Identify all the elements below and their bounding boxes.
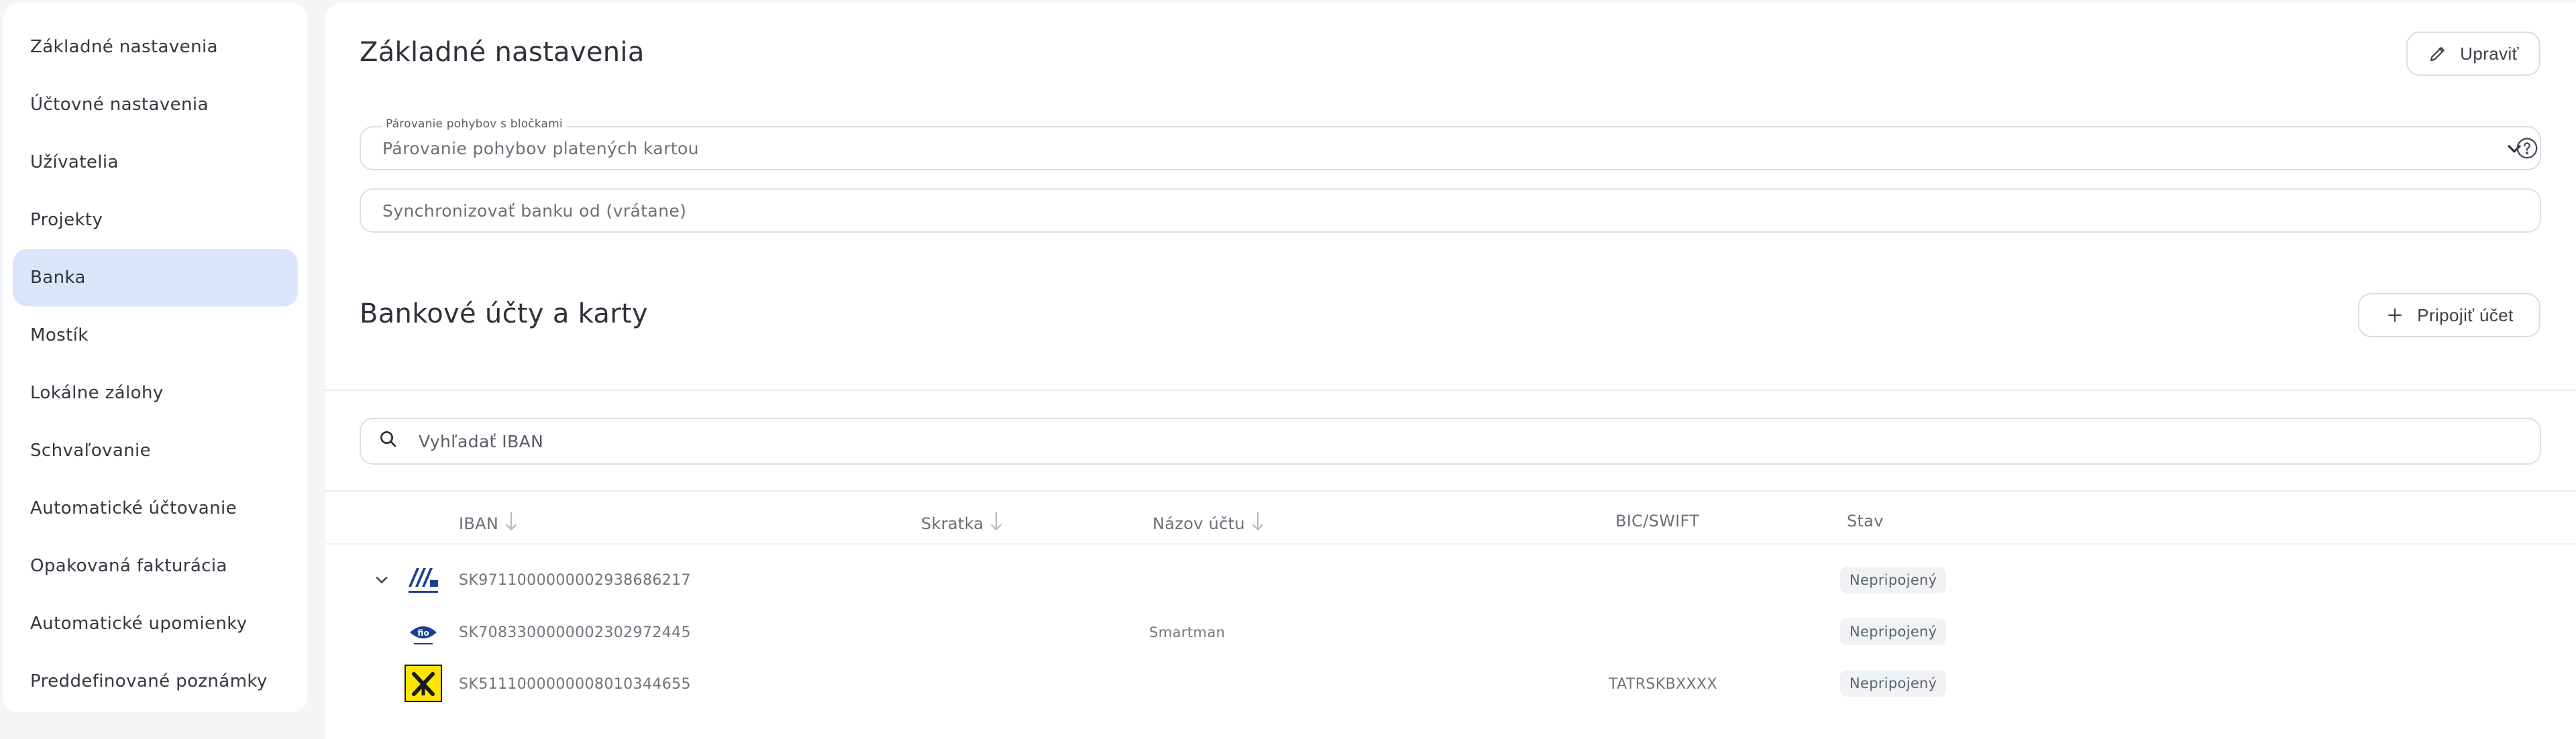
column-header-iban[interactable]: IBAN	[459, 512, 519, 536]
sidebar-item-mostik[interactable]: Mostík	[13, 306, 298, 364]
column-header-nazov-label: Názov účtu	[1152, 514, 1245, 533]
column-header-bic: BIC/SWIFT	[1615, 512, 1699, 530]
column-header-nazov[interactable]: Názov účtu	[1152, 512, 1265, 536]
column-header-skratka-label: Skratka	[921, 514, 984, 533]
status-badge: Nepripojený	[1840, 670, 1947, 697]
sidebar-item-opakovana-fakturacia[interactable]: Opakovaná fakturácia	[13, 537, 298, 595]
row-iban: SK7083300000002302972445	[459, 624, 691, 641]
sidebar-item-automaticke-uctovanie[interactable]: Automatické účtovanie	[13, 479, 298, 537]
row-bic: TATRSKBXXXX	[1609, 676, 1717, 693]
sidebar-item-automaticke-upomienky[interactable]: Automatické upomienky	[13, 595, 298, 652]
sync-from-date-input[interactable]: Synchronizovať banku od (vrátane)	[360, 188, 2541, 233]
bank-logo-blue-icon	[405, 561, 442, 599]
sort-arrow-down-icon	[989, 512, 1004, 536]
row-iban: SK9711000000002938686217	[459, 572, 691, 589]
iban-search-placeholder: Vyhľadať IBAN	[419, 431, 544, 451]
raiffeisen-logo-icon	[405, 665, 442, 702]
row-iban: SK5111000000008010344655	[459, 676, 691, 693]
row-account-name: Smartman	[1149, 624, 1226, 640]
pencil-icon	[2428, 44, 2448, 64]
pairing-select-value: Párovanie pohybov platených kartou	[382, 138, 699, 158]
settings-sidebar: Základné nastavenia Účtovné nastavenia U…	[3, 3, 307, 712]
pairing-select[interactable]: Párovanie pohybov platených kartou	[360, 126, 2541, 170]
sidebar-item-zakladne-nastavenia[interactable]: Základné nastavenia	[13, 18, 298, 76]
sort-arrow-down-icon	[504, 512, 519, 536]
connect-account-label: Pripojiť účet	[2417, 304, 2514, 325]
sidebar-item-preddefinovane-poznamky[interactable]: Preddefinované poznámky	[13, 652, 298, 710]
edit-button[interactable]: Upraviť	[2406, 32, 2540, 76]
sidebar-item-uzivatelia[interactable]: Užívatelia	[13, 133, 298, 191]
status-badge: Nepripojený	[1840, 618, 1947, 645]
sync-from-date-placeholder: Synchronizovať banku od (vrátane)	[382, 201, 687, 221]
column-header-stav: Stav	[1847, 512, 1884, 530]
sidebar-item-projekty[interactable]: Projekty	[13, 191, 298, 249]
edit-button-label: Upraviť	[2460, 43, 2519, 64]
column-header-stav-label: Stav	[1847, 512, 1884, 530]
expand-chevron-icon[interactable]	[372, 571, 391, 592]
table-top-divider	[325, 490, 2576, 492]
sidebar-item-banka[interactable]: Banka	[13, 249, 298, 306]
sidebar-item-lokalne-zalohy[interactable]: Lokálne zálohy	[13, 364, 298, 422]
status-badge: Nepripojený	[1840, 567, 1947, 593]
connect-account-button[interactable]: Pripojiť účet	[2358, 293, 2540, 337]
section-divider	[325, 390, 2576, 391]
sort-arrow-down-icon	[1250, 512, 1265, 536]
help-icon[interactable]	[2515, 136, 2539, 163]
bank-settings-panel: Základné nastavenia Upraviť Párovanie po…	[325, 3, 2576, 739]
sidebar-item-uctovne-nastavenia[interactable]: Účtovné nastavenia	[13, 76, 298, 133]
column-header-bic-label: BIC/SWIFT	[1615, 512, 1700, 530]
bank-accounts-title: Bankové účty a karty	[360, 298, 648, 329]
basic-settings-title: Základné nastavenia	[360, 37, 645, 68]
table-header-divider	[325, 543, 2576, 545]
sidebar-item-schvalovanie[interactable]: Schvaľovanie	[13, 422, 298, 479]
iban-search-input[interactable]: Vyhľadať IBAN	[360, 418, 2541, 465]
column-header-iban-label: IBAN	[459, 514, 499, 533]
svg-text:fio: fio	[417, 628, 429, 638]
column-header-skratka[interactable]: Skratka	[921, 512, 1004, 536]
plus-icon	[2385, 305, 2405, 325]
search-icon	[378, 429, 398, 453]
fio-logo-icon: fio	[405, 614, 442, 651]
pairing-select-label: Párovanie pohybov s bločkami	[382, 117, 567, 131]
